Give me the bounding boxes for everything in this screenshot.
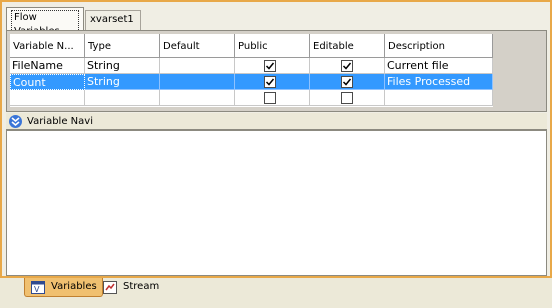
cell-type[interactable]: String: [85, 74, 160, 90]
check-icon: [265, 62, 275, 70]
cell-editable: [310, 58, 385, 74]
cell-variable-name[interactable]: Count: [10, 74, 85, 90]
tab-variables[interactable]: V Variables: [24, 278, 103, 297]
cell-type[interactable]: String: [85, 58, 160, 74]
cell-public: [235, 74, 310, 90]
cell-description[interactable]: Current file: [385, 58, 493, 74]
cell-description[interactable]: Files Processed: [385, 74, 493, 90]
flow-variables-frame: Flow Variables xvarset1 Variable N... Ty…: [0, 0, 552, 278]
stream-icon: [103, 281, 117, 294]
tab-xvarset1[interactable]: xvarset1: [85, 10, 141, 30]
editable-checkbox[interactable]: [341, 92, 353, 104]
check-icon: [342, 78, 352, 86]
variable-navigator-panel[interactable]: [6, 130, 547, 276]
public-checkbox[interactable]: [264, 76, 276, 88]
column-header-description[interactable]: Description: [385, 34, 493, 58]
tab-strip: Flow Variables xvarset1: [6, 7, 546, 40]
cell-editable: [310, 74, 385, 90]
variables-table-panel: Variable N... Type Default Public Editab…: [6, 30, 547, 112]
table-row[interactable]: [10, 90, 493, 106]
cell-public: [235, 90, 310, 106]
cell-default[interactable]: [160, 90, 235, 106]
check-icon: [342, 62, 352, 70]
column-header-public[interactable]: Public: [235, 34, 310, 58]
cell-variable-name[interactable]: FileName: [10, 58, 85, 74]
editable-checkbox[interactable]: [341, 60, 353, 72]
tab-label: xvarset1: [90, 14, 134, 25]
tab-label: Stream: [123, 281, 160, 292]
editable-checkbox[interactable]: [341, 76, 353, 88]
tab-flow-variables[interactable]: Flow Variables: [6, 7, 84, 40]
variables-table: Variable N... Type Default Public Editab…: [10, 34, 493, 107]
cell-default[interactable]: [160, 58, 235, 74]
table-row[interactable]: FileName String Current file: [10, 58, 493, 74]
cell-public: [235, 58, 310, 74]
bottom-tab-strip: V Variables Stream: [0, 278, 552, 308]
cell-variable-name[interactable]: [10, 90, 85, 106]
cell-type[interactable]: [85, 90, 160, 106]
check-icon: [265, 78, 275, 86]
cell-default[interactable]: [160, 74, 235, 90]
variable-navigator-title: Variable Navi: [27, 116, 93, 127]
variables-icon: V: [31, 281, 45, 294]
public-checkbox[interactable]: [264, 60, 276, 72]
column-header-default[interactable]: Default: [160, 34, 235, 58]
variable-navigator-header[interactable]: Variable Navi: [6, 113, 547, 130]
column-header-type[interactable]: Type: [85, 34, 160, 58]
cell-editable: [310, 90, 385, 106]
table-header: Variable N... Type Default Public Editab…: [10, 34, 493, 58]
tab-stream[interactable]: Stream: [97, 278, 164, 297]
public-checkbox[interactable]: [264, 92, 276, 104]
svg-text:V: V: [34, 285, 40, 294]
table-row[interactable]: Count String Files Processed: [10, 74, 493, 90]
column-header-variable-name[interactable]: Variable N...: [10, 34, 85, 58]
tab-label: Variables: [51, 281, 97, 292]
column-header-editable[interactable]: Editable: [310, 34, 385, 58]
chevron-double-down-icon[interactable]: [9, 115, 22, 128]
cell-description[interactable]: [385, 90, 493, 106]
